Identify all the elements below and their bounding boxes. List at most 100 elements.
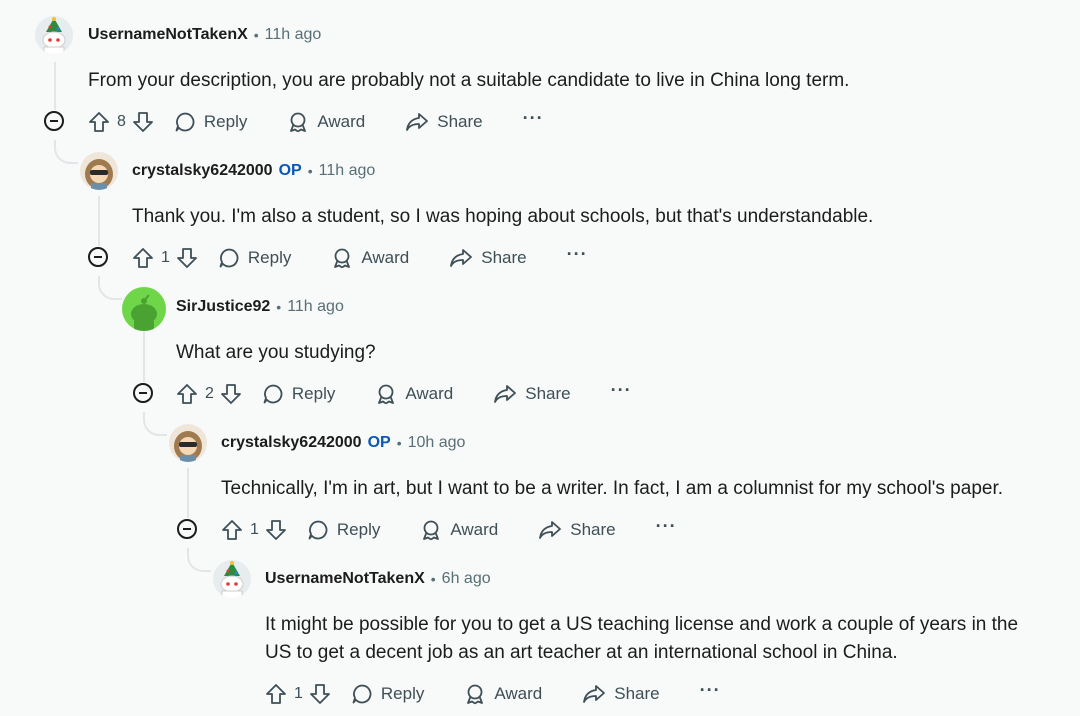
award-icon bbox=[467, 684, 484, 705]
username-link[interactable]: UsernameNotTakenX bbox=[88, 26, 248, 44]
vote-count: 1 bbox=[250, 521, 259, 538]
comment-body-line: US to get a decent job as an art teacher… bbox=[265, 642, 898, 663]
downvote-icon[interactable] bbox=[132, 111, 154, 133]
comment-bubble-icon bbox=[263, 384, 283, 404]
timestamp[interactable]: 11h ago bbox=[265, 26, 322, 44]
comment-actions: 1 Reply Award Share ··· bbox=[132, 244, 588, 272]
timestamp[interactable]: 10h ago bbox=[408, 434, 466, 452]
reply-button[interactable]: Reply bbox=[218, 247, 291, 269]
share-icon bbox=[406, 113, 429, 131]
comment-body: It might be possible for you to get a US… bbox=[265, 611, 1018, 667]
share-button[interactable]: Share bbox=[582, 683, 660, 705]
collapse-thread-button[interactable] bbox=[133, 383, 153, 403]
comment-bubble-icon bbox=[175, 112, 195, 132]
upvote-icon[interactable] bbox=[88, 111, 110, 133]
thread-connector bbox=[143, 412, 167, 436]
avatar[interactable] bbox=[122, 287, 166, 331]
username-link[interactable]: SirJustice92 bbox=[176, 298, 270, 316]
separator-dot: • bbox=[307, 163, 313, 179]
award-button[interactable]: Award bbox=[420, 519, 498, 541]
more-options-icon[interactable]: ··· bbox=[656, 516, 677, 537]
separator-dot: • bbox=[253, 27, 259, 43]
downvote-icon[interactable] bbox=[309, 683, 331, 705]
downvote-icon[interactable] bbox=[265, 519, 287, 541]
avatar[interactable] bbox=[35, 16, 73, 54]
thread-connector bbox=[187, 548, 211, 572]
share-button[interactable]: Share bbox=[538, 519, 616, 541]
vote-count: 8 bbox=[117, 113, 126, 130]
comment-body: What are you studying? bbox=[176, 342, 376, 363]
thread-line bbox=[143, 332, 145, 382]
share-button[interactable]: Share bbox=[405, 111, 483, 133]
collapse-thread-button[interactable] bbox=[177, 519, 197, 539]
timestamp[interactable]: 11h ago bbox=[287, 298, 344, 316]
timestamp[interactable]: 11h ago bbox=[319, 162, 376, 180]
comment-actions: 2 Reply Award Share ··· bbox=[176, 380, 632, 408]
downvote-icon[interactable] bbox=[220, 383, 242, 405]
upvote-icon[interactable] bbox=[176, 383, 198, 405]
award-icon bbox=[378, 384, 395, 405]
award-button[interactable]: Award bbox=[375, 383, 453, 405]
avatar[interactable] bbox=[213, 560, 251, 598]
collapse-thread-button[interactable] bbox=[44, 111, 64, 131]
share-icon bbox=[583, 685, 606, 703]
award-icon bbox=[290, 112, 307, 133]
share-icon bbox=[539, 521, 562, 539]
op-badge: OP bbox=[278, 162, 302, 179]
award-icon bbox=[423, 520, 440, 541]
comment-meta: UsernameNotTakenX • 6h ago bbox=[265, 570, 491, 588]
reply-button[interactable]: Reply bbox=[262, 383, 335, 405]
award-icon bbox=[334, 248, 351, 269]
username-link[interactable]: UsernameNotTakenX bbox=[265, 570, 425, 588]
upvote-icon[interactable] bbox=[221, 519, 243, 541]
upvote-icon[interactable] bbox=[265, 683, 287, 705]
comment-bubble-icon bbox=[219, 248, 239, 268]
award-button[interactable]: Award bbox=[287, 111, 365, 133]
avatar[interactable] bbox=[169, 424, 207, 462]
comment-body: Technically, I'm in art, but I want to b… bbox=[221, 478, 1004, 499]
thread-line bbox=[54, 62, 56, 110]
op-badge: OP bbox=[367, 434, 391, 451]
comment-bubble-icon bbox=[352, 684, 372, 704]
comment-meta: crystalsky6242000 OP • 11h ago bbox=[132, 162, 375, 180]
downvote-icon[interactable] bbox=[176, 247, 198, 269]
more-options-icon[interactable]: ··· bbox=[611, 380, 632, 401]
collapse-thread-button[interactable] bbox=[88, 247, 108, 267]
separator-dot: • bbox=[396, 435, 402, 451]
comment-meta: SirJustice92 • 11h ago bbox=[176, 298, 344, 316]
thread-line bbox=[98, 196, 100, 246]
thread-connector bbox=[98, 276, 122, 300]
comment-body: From your description, you are probably … bbox=[88, 70, 850, 91]
username-link[interactable]: crystalsky6242000 bbox=[221, 434, 362, 452]
more-options-icon[interactable]: ··· bbox=[523, 108, 544, 129]
comment-body: Thank you. I'm also a student, so I was … bbox=[132, 206, 874, 227]
reply-button[interactable]: Reply bbox=[307, 519, 380, 541]
reply-button[interactable]: Reply bbox=[174, 111, 247, 133]
separator-dot: • bbox=[276, 299, 282, 315]
share-button[interactable]: Share bbox=[493, 383, 571, 405]
comment-actions: 1 Reply Award Share ··· bbox=[221, 516, 677, 544]
thread-connector bbox=[54, 140, 78, 164]
avatar[interactable] bbox=[80, 152, 118, 190]
upvote-icon[interactable] bbox=[132, 247, 154, 269]
comment-body-line: It might be possible for you to get a US… bbox=[265, 614, 1019, 635]
comment-meta: UsernameNotTakenX • 11h ago bbox=[88, 26, 321, 44]
more-options-icon[interactable]: ··· bbox=[567, 244, 588, 265]
thread-line bbox=[187, 468, 189, 518]
comment-actions: 8 Reply Award Share ··· bbox=[88, 108, 544, 136]
comment-actions: 1 Reply Award Share ··· bbox=[265, 680, 721, 708]
share-icon bbox=[494, 385, 517, 403]
share-button[interactable]: Share bbox=[449, 247, 527, 269]
comment-meta: crystalsky6242000 OP • 10h ago bbox=[221, 434, 465, 452]
more-options-icon[interactable]: ··· bbox=[700, 680, 721, 701]
vote-count: 1 bbox=[294, 685, 303, 702]
vote-count: 2 bbox=[205, 385, 214, 402]
separator-dot: • bbox=[430, 571, 436, 587]
comment-bubble-icon bbox=[308, 520, 328, 540]
username-link[interactable]: crystalsky6242000 bbox=[132, 162, 273, 180]
timestamp[interactable]: 6h ago bbox=[442, 570, 491, 588]
award-button[interactable]: Award bbox=[331, 247, 409, 269]
award-button[interactable]: Award bbox=[464, 683, 542, 705]
reply-button[interactable]: Reply bbox=[351, 683, 424, 705]
share-icon bbox=[450, 249, 473, 267]
